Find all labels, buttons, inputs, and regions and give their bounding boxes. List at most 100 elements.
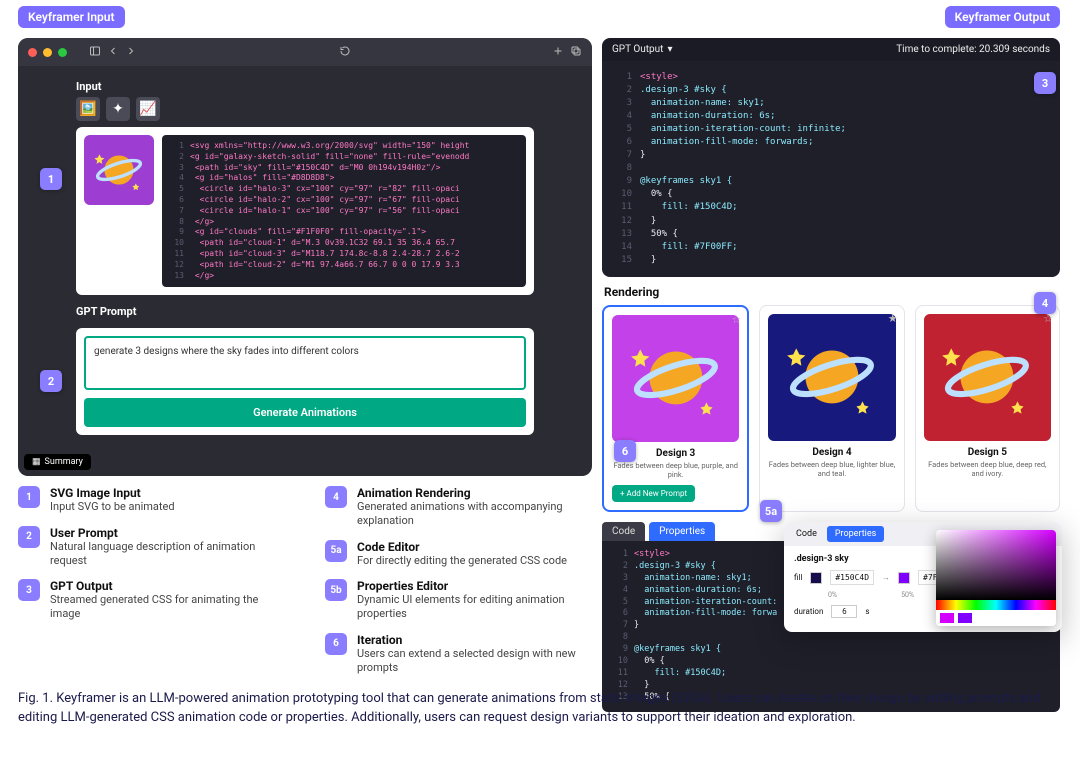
svg-preview-thumbnail [84, 135, 154, 205]
new-tab-icon[interactable] [552, 45, 564, 60]
legend-badge: 2 [18, 526, 40, 548]
legend-item: 6 Iteration Users can extend a selected … [325, 633, 592, 675]
generate-animations-button[interactable]: Generate Animations [84, 398, 526, 427]
legend-title: Code Editor [357, 540, 567, 554]
svg-input-card: 1<svg xmlns="http://www.w3.org/2000/svg"… [76, 127, 534, 295]
color-picker-field[interactable] [936, 530, 1056, 600]
swatch-0[interactable] [810, 572, 822, 584]
duration-input[interactable]: 6 [831, 605, 857, 618]
left-app-window: Input 🖼️ ✦ 📈 1<svg xmlns="http://www.w3.… [18, 38, 592, 476]
legend-title: Animation Rendering [357, 486, 592, 500]
color-picker-hue[interactable] [936, 600, 1056, 610]
favorite-star-icon[interactable]: ★ [888, 312, 898, 325]
pct-0: 0% [828, 591, 837, 599]
marker-5a: 5a [760, 500, 782, 522]
legend-desc: Users can extend a selected design with … [357, 647, 592, 675]
tab-properties[interactable]: Properties [649, 522, 715, 541]
popover-tab-code[interactable]: Code [788, 526, 825, 542]
design-description: Fades between deep blue, lighter blue, a… [768, 460, 895, 478]
summary-label: Summary [45, 457, 83, 467]
marker-6: 6 [614, 440, 636, 462]
legend-item: 1 SVG Image Input Input SVG to be animat… [18, 486, 285, 514]
legend-title: User Prompt [50, 526, 285, 540]
design-title: Design 3 [656, 448, 695, 459]
color-picker-swatches [936, 610, 1056, 626]
summary-pill[interactable]: ▦ Summary [24, 454, 91, 470]
picker-swatch-a[interactable] [940, 613, 954, 623]
legend-desc: Generated animations with accompanying e… [357, 500, 592, 528]
design-card[interactable]: ★ Design 4 Fades between deep blue, ligh… [759, 305, 904, 512]
legend-badge: 6 [325, 633, 347, 655]
tab-code[interactable]: Code [602, 522, 645, 541]
design-title: Design 5 [968, 447, 1007, 458]
nav-forward-icon[interactable] [125, 45, 137, 60]
stats-mode-icon[interactable]: 📈 [136, 97, 160, 121]
design-card[interactable]: ☆ Design 3 Fades between deep blue, purp… [602, 305, 749, 512]
prompt-section-label: GPT Prompt [76, 305, 534, 318]
color-picker[interactable] [936, 530, 1056, 626]
planet-icon [91, 142, 147, 198]
legend-title: SVG Image Input [50, 486, 175, 500]
sidebar-toggle-icon[interactable] [89, 45, 101, 60]
favorite-star-icon[interactable]: ☆ [731, 313, 741, 326]
hex-0[interactable]: #150C4D [830, 570, 874, 585]
design-title: Design 4 [812, 447, 851, 458]
design-thumbnail [612, 315, 739, 442]
legend-desc: Dynamic UI elements for editing animatio… [357, 593, 592, 621]
legend-badge: 5b [325, 579, 347, 601]
design-cards-row: ☆ Design 3 Fades between deep blue, purp… [602, 305, 1060, 512]
traffic-light-max[interactable] [58, 48, 67, 57]
properties-editor-popover: Code Properties .design-3 sky fill #150C… [784, 522, 1062, 632]
star-mode-icon[interactable]: ✦ [106, 97, 130, 121]
legend-desc: Streamed generated CSS for animating the… [50, 593, 285, 621]
figure-caption: Fig. 1. Keyframer is an LLM-powered anim… [18, 690, 1062, 728]
design-thumbnail [768, 314, 895, 441]
traffic-light-close[interactable] [28, 48, 37, 57]
legend-desc: For directly editing the generated CSS c… [357, 554, 567, 568]
nav-back-icon[interactable] [107, 45, 119, 60]
marker-2: 2 [40, 370, 62, 392]
keyframer-output-tag: Keyframer Output [945, 6, 1060, 28]
legend-item: 5b Properties Editor Dynamic UI elements… [325, 579, 592, 621]
duration-unit: s [865, 607, 869, 616]
prompt-textarea[interactable]: generate 3 designs where the sky fades i… [84, 336, 526, 390]
svg-code-editor[interactable]: 1<svg xmlns="http://www.w3.org/2000/svg"… [162, 135, 526, 287]
tabs-icon[interactable] [570, 45, 582, 60]
legend-title: Properties Editor [357, 579, 592, 593]
rendering-section-label: Rendering [604, 285, 1058, 299]
input-section-label: Input [76, 80, 534, 93]
legend-title: Iteration [357, 633, 592, 647]
input-mode-toolbar: 🖼️ ✦ 📈 [76, 97, 534, 121]
popover-tab-properties[interactable]: Properties [827, 526, 884, 542]
window-chrome [18, 38, 592, 66]
traffic-light-min[interactable] [43, 48, 52, 57]
legend-item: 2 User Prompt Natural language descripti… [18, 526, 285, 568]
duration-label: duration [794, 607, 823, 616]
prompt-card: generate 3 designs where the sky fades i… [76, 328, 534, 435]
reload-icon[interactable] [339, 45, 351, 60]
gpt-output-title: GPT Output [612, 44, 663, 55]
design-description: Fades between deep blue, purple, and pin… [612, 461, 739, 479]
chevron-down-icon[interactable]: ▾ [667, 44, 672, 55]
summary-icon: ▦ [32, 457, 41, 467]
design-card[interactable]: ☆ Design 5 Fades between deep blue, deep… [915, 305, 1060, 512]
add-new-prompt-button[interactable]: + Add New Prompt [612, 485, 695, 502]
legend-badge: 4 [325, 486, 347, 508]
marker-4: 4 [1034, 292, 1056, 314]
keyframer-input-tag: Keyframer Input [18, 6, 125, 28]
image-mode-icon[interactable]: 🖼️ [76, 97, 100, 121]
marker-3: 3 [1034, 72, 1056, 94]
gpt-output-code[interactable]: 1<style>2.design-3 #sky {3 animation-nam… [602, 61, 1060, 277]
gpt-output-header: GPT Output ▾ Time to complete: 20.309 se… [602, 38, 1060, 61]
legend-desc: Input SVG to be animated [50, 500, 175, 514]
legend-item: 5a Code Editor For directly editing the … [325, 540, 592, 568]
swatch-1[interactable] [898, 572, 910, 584]
design-thumbnail [924, 314, 1051, 441]
design-description: Fades between deep blue, deep red, and i… [924, 460, 1051, 478]
legend-title: GPT Output [50, 579, 285, 593]
arrow-icon: → [882, 573, 890, 582]
legend-badge: 1 [18, 486, 40, 508]
legend-badge: 5a [325, 540, 347, 562]
picker-swatch-b[interactable] [958, 613, 972, 623]
completion-time-label: Time to complete: 20.309 seconds [896, 44, 1050, 55]
